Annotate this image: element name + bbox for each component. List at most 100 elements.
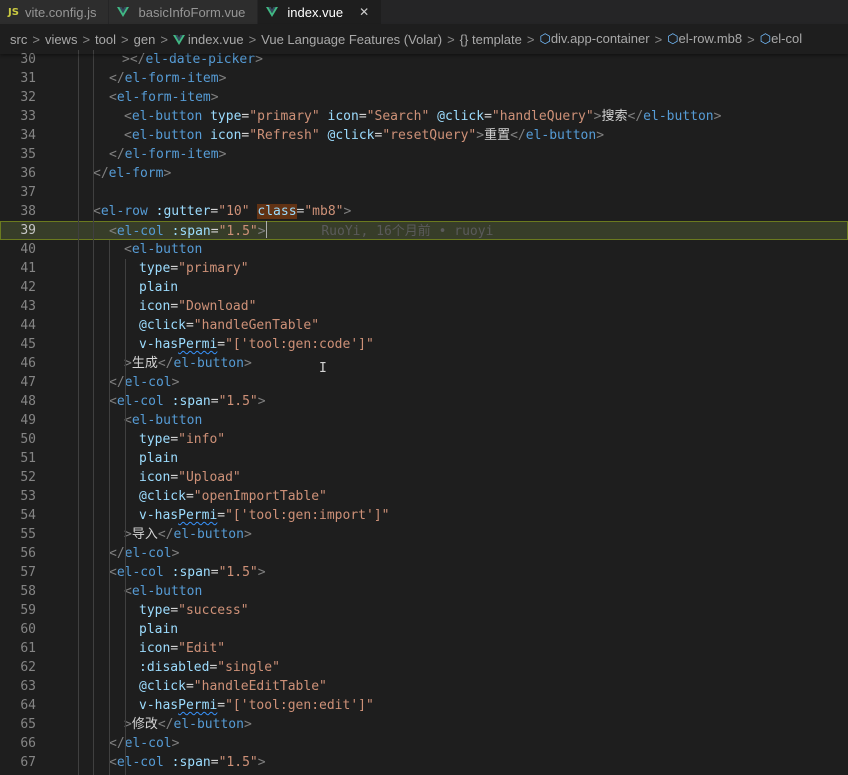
code-token: > bbox=[122, 52, 130, 67]
code-token: icon bbox=[327, 109, 359, 124]
code-text: </el-col> bbox=[109, 734, 179, 753]
code-line[interactable]: 36 </el-form> bbox=[0, 164, 848, 183]
code-line[interactable]: 53 @click="openImportTable" bbox=[0, 487, 848, 506]
vue-file-icon bbox=[266, 7, 279, 17]
code-line[interactable]: 57 <el-col :span="1.5"> bbox=[0, 563, 848, 582]
code-token: "1.5" bbox=[218, 394, 258, 409]
code-line[interactable]: 32 <el-form-item> bbox=[0, 88, 848, 107]
code-line[interactable]: 44 @click="handleGenTable" bbox=[0, 316, 848, 335]
code-line[interactable]: 67 <el-col :span="1.5"> bbox=[0, 753, 848, 772]
code-token: "Refresh" bbox=[249, 128, 320, 143]
code-token: "['tool:gen:edit']" bbox=[225, 698, 374, 713]
code-line[interactable]: 60 plain bbox=[0, 620, 848, 639]
code-text: <el-form-item> bbox=[109, 88, 219, 107]
breadcrumb-item-template[interactable]: {} template bbox=[460, 32, 522, 47]
code-line[interactable]: 33 <el-button type="primary" icon="Search… bbox=[0, 107, 848, 126]
code-text: @click="handleGenTable" bbox=[139, 316, 319, 335]
breadcrumb-item-el-col[interactable]: ⬡el-col bbox=[760, 31, 802, 47]
code-line[interactable]: 35 </el-form-item> bbox=[0, 145, 848, 164]
breadcrumb-item-gen[interactable]: gen bbox=[134, 32, 156, 47]
code-line[interactable]: 38 <el-row :gutter="10" class="mb8"> bbox=[0, 202, 848, 221]
code-text: <el-row :gutter="10" class="mb8"> bbox=[93, 202, 351, 221]
code-token: = bbox=[484, 109, 492, 124]
breadcrumb-file-label: index.vue bbox=[187, 31, 244, 47]
code-text: type="success" bbox=[139, 601, 249, 620]
breadcrumb-item-el-row[interactable]: ⬡el-row.mb8 bbox=[667, 31, 742, 47]
breadcrumb-item-src[interactable]: src bbox=[10, 32, 27, 47]
code-line[interactable]: 31 </el-form-item> bbox=[0, 69, 848, 88]
code-line[interactable]: 65 >修改</el-button> bbox=[0, 715, 848, 734]
code-token: el-col bbox=[116, 755, 164, 770]
code-text: <el-button type="primary" icon="Search" … bbox=[124, 107, 721, 126]
code-token: = bbox=[210, 224, 219, 239]
code-line[interactable]: 52 icon="Upload" bbox=[0, 468, 848, 487]
code-token: > bbox=[218, 147, 227, 162]
tab-index-vue[interactable]: index.vue ✕ bbox=[258, 0, 383, 24]
code-token: < bbox=[109, 90, 117, 105]
code-line[interactable]: 41 type="primary" bbox=[0, 259, 848, 278]
code-token: < bbox=[124, 242, 132, 257]
code-line[interactable]: 47 </el-col> bbox=[0, 373, 848, 392]
breadcrumb-item-file[interactable]: index.vue bbox=[172, 31, 244, 47]
code-editor[interactable]: 67 <el-col :span="1.5"> 66 </el-col> 65 >修改</… bbox=[0, 50, 848, 775]
breadcrumb-item-language[interactable]: Vue Language Features (Volar) bbox=[261, 32, 442, 47]
line-number: 65 bbox=[20, 717, 36, 732]
line-number: 37 bbox=[20, 185, 36, 200]
code-token: :disabled bbox=[139, 660, 210, 675]
code-token: > bbox=[243, 717, 252, 732]
code-line[interactable]: 62:disabled="single" bbox=[0, 658, 848, 677]
code-text: plain bbox=[139, 278, 178, 297]
breadcrumb-item-tool[interactable]: tool bbox=[95, 32, 116, 47]
code-line[interactable]: 37 bbox=[0, 183, 848, 202]
code-token: = bbox=[217, 337, 226, 352]
indent-guide bbox=[93, 50, 94, 775]
code-text: plain bbox=[139, 620, 178, 639]
code-line[interactable]: 42 plain bbox=[0, 278, 848, 297]
code-line[interactable]: 45 v-hasPermi="['tool:gen:code']" bbox=[0, 335, 848, 354]
code-line[interactable]: 63 @click="handleEditTable" bbox=[0, 677, 848, 696]
code-token: </ bbox=[157, 717, 174, 732]
tab-label: index.vue bbox=[287, 4, 344, 20]
code-line[interactable]: 34 <el-button icon="Refresh" @click="rese… bbox=[0, 126, 848, 145]
code-token: icon bbox=[139, 641, 171, 656]
code-token: icon bbox=[139, 299, 171, 314]
tab-vite-config[interactable]: JS vite.config.js bbox=[0, 0, 110, 24]
line-number: 35 bbox=[20, 147, 36, 162]
breadcrumb-item-views[interactable]: views bbox=[45, 32, 78, 47]
tab-label: vite.config.js bbox=[24, 4, 97, 20]
code-line[interactable]: 46 >生成</el-button> bbox=[0, 354, 848, 373]
code-text: </el-form-item> bbox=[109, 69, 226, 88]
code-line[interactable]: 40 <el-button bbox=[0, 240, 848, 259]
code-token: :span bbox=[171, 755, 211, 770]
code-line[interactable]: 43 icon="Download" bbox=[0, 297, 848, 316]
line-number: 50 bbox=[20, 432, 36, 447]
code-token: = bbox=[217, 698, 226, 713]
code-line[interactable]: 39 <el-col :span="1.5"> RuoYi, 16个月前 • ru… bbox=[0, 221, 848, 240]
code-line[interactable]: 50 type="info" bbox=[0, 430, 848, 449]
code-line[interactable]: 55 >导入</el-button> bbox=[0, 525, 848, 544]
code-line[interactable]: 59 type="success" bbox=[0, 601, 848, 620]
code-token: = bbox=[217, 508, 226, 523]
code-line[interactable]: 48 <el-col :span="1.5"> bbox=[0, 392, 848, 411]
code-line[interactable]: 61 icon="Edit" bbox=[0, 639, 848, 658]
line-number: 55 bbox=[20, 527, 36, 542]
code-line[interactable]: 51 plain bbox=[0, 449, 848, 468]
code-line[interactable]: 66 </el-col> bbox=[0, 734, 848, 753]
breadcrumb-item-app-container[interactable]: ⬡div.app-container bbox=[539, 31, 649, 47]
code-token: icon bbox=[210, 128, 242, 143]
code-line[interactable]: 64 v-hasPermi="['tool:gen:edit']" bbox=[0, 696, 848, 715]
code-text: <el-col :span="1.5"> RuoYi, 16个月前 • ruoy… bbox=[109, 221, 493, 241]
code-token: el-form bbox=[108, 166, 164, 181]
code-token: < bbox=[109, 394, 117, 409]
braces-icon: {} bbox=[459, 31, 469, 47]
close-icon[interactable]: ✕ bbox=[359, 5, 369, 19]
code-token: > bbox=[218, 71, 227, 86]
code-token: "1.5" bbox=[218, 755, 258, 770]
code-line[interactable]: 49 <el-button bbox=[0, 411, 848, 430]
tab-basic-info-form[interactable]: basicInfoForm.vue bbox=[109, 0, 259, 24]
code-text: <el-button bbox=[124, 240, 202, 259]
code-line[interactable]: 58 <el-button bbox=[0, 582, 848, 601]
line-number: 31 bbox=[20, 71, 36, 86]
code-line[interactable]: 54 v-hasPermi="['tool:gen:import']" bbox=[0, 506, 848, 525]
code-line[interactable]: 56 </el-col> bbox=[0, 544, 848, 563]
